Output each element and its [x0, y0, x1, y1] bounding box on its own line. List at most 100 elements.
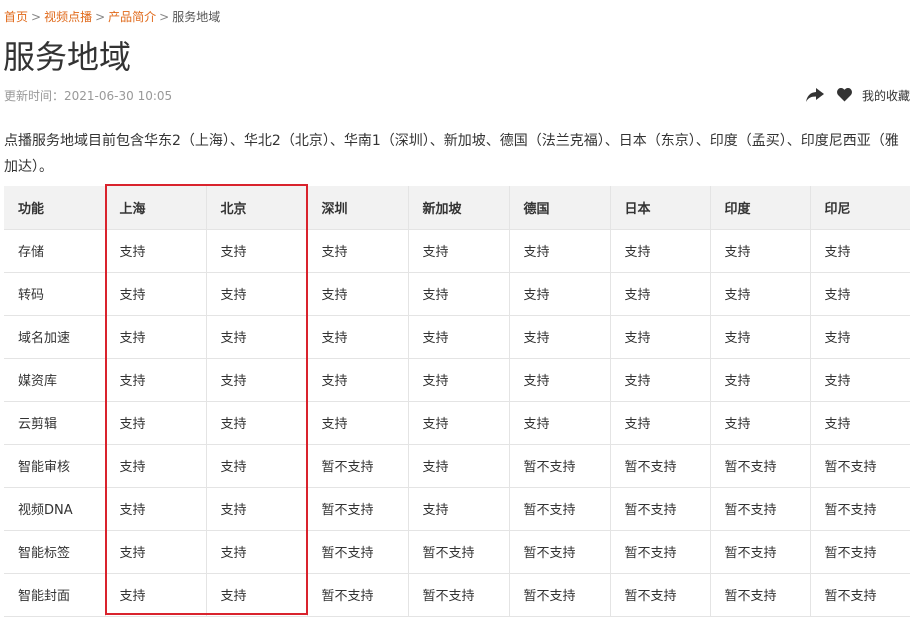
support-status-cell: 支持	[810, 228, 910, 272]
table-header-cell: 印尼	[824, 201, 851, 217]
support-status-cell: 支持	[105, 314, 207, 358]
table-row: 智能标签 支持 支持 暂不支持 暂不支持 暂不支持 暂不支持 暂不支持 暂不支持	[4, 529, 910, 573]
update-time-label: 更新时间：	[4, 89, 65, 103]
support-status-cell: 支持	[206, 357, 308, 401]
support-status-cell: 支持	[105, 443, 207, 487]
feature-name-cell: 存储	[4, 228, 106, 272]
support-status-cell: 支持	[509, 357, 611, 401]
support-status-cell: 支持	[810, 357, 910, 401]
support-status-cell: 支持	[307, 271, 409, 315]
support-status-cell: 支持	[710, 357, 811, 401]
support-status-cell: 支持	[206, 400, 308, 444]
support-status-cell: 支持	[710, 400, 811, 444]
support-status-cell: 支持	[105, 486, 207, 530]
support-status-cell: 暂不支持	[710, 529, 811, 573]
table-row: 智能审核 支持 支持 暂不支持 支持 暂不支持 暂不支持 暂不支持 暂不支持	[4, 443, 910, 487]
breadcrumb-separator: >	[31, 10, 42, 24]
heart-icon[interactable]	[836, 86, 854, 104]
feature-name-cell: 云剪辑	[4, 400, 106, 444]
breadcrumb-separator: >	[95, 10, 106, 24]
support-status-cell: 暂不支持	[509, 486, 611, 530]
region-support-table: 功能 上海 北京 深圳 新加坡 德国 日本 印度 印尼 存储 支持 支持 支持 支持 支持 支持 支持 支持 转码…	[4, 186, 910, 617]
table-row: 域名加速 支持 支持 支持 支持 支持 支持 支持 支持	[4, 314, 910, 358]
support-status-cell: 暂不支持	[610, 443, 711, 487]
support-status-cell: 支持	[206, 572, 308, 617]
table-row: 转码 支持 支持 支持 支持 支持 支持 支持 支持	[4, 271, 910, 315]
table-header-cell: 北京	[206, 186, 308, 229]
support-status-cell: 暂不支持	[610, 486, 711, 530]
support-status-cell: 暂不支持	[509, 529, 611, 573]
support-status-cell: 支持	[307, 314, 409, 358]
support-status-cell: 支持	[408, 357, 510, 401]
support-status-cell: 支持	[408, 228, 510, 272]
feature-name-cell: 视频DNA	[4, 486, 106, 530]
support-status-cell: 支持	[610, 314, 711, 358]
support-status-cell: 支持	[610, 228, 711, 272]
feature-name-cell: 智能审核	[4, 443, 106, 487]
breadcrumb-link-vod[interactable]: 视频点播	[44, 10, 92, 24]
breadcrumb-link-home[interactable]: 首页	[4, 10, 28, 24]
table-header-cell: 德国	[509, 186, 611, 229]
table-header: 功能 上海 北京 深圳 新加坡 德国 日本 印度 印尼	[4, 186, 910, 229]
support-status-cell: 支持	[710, 228, 811, 272]
article-actions: 我的收藏	[805, 86, 910, 104]
support-status-cell: 支持	[105, 357, 207, 401]
breadcrumb-current: 服务地域	[172, 10, 221, 24]
support-status-cell: 暂不支持	[610, 572, 711, 617]
support-status-cell: 支持	[610, 400, 711, 444]
support-status-cell: 暂不支持	[710, 572, 811, 617]
support-status-cell: 支持	[509, 400, 611, 444]
support-status-cell: 暂不支持	[408, 529, 510, 573]
table-body: 存储 支持 支持 支持 支持 支持 支持 支持 支持 转码 支持 支持 支持 支持 支持 支持 支持 支持 域名加速…	[4, 228, 910, 617]
support-status-cell: 支持	[610, 357, 711, 401]
support-status-cell: 支持	[408, 443, 510, 487]
breadcrumb: 首页 > 视频点播 > 产品简介 > 服务地域	[4, 9, 220, 25]
support-status-cell: 支持	[105, 271, 207, 315]
intro-paragraph: 点播服务地域目前包含华东2（上海）、华北2（北京）、华南1（深圳）、新加坡、德国…	[4, 133, 899, 175]
support-status-cell: 支持	[710, 271, 811, 315]
feature-name-cell: 转码	[4, 271, 106, 315]
support-status-cell: 支持	[810, 314, 910, 358]
support-status-cell: 支持	[206, 271, 308, 315]
support-status-cell: 暂不支持	[307, 529, 409, 573]
feature-name-cell: 智能封面	[4, 572, 106, 617]
breadcrumb-link-product-intro[interactable]: 产品简介	[108, 10, 156, 24]
table-header-cell: 上海	[105, 186, 207, 229]
support-status-cell: 暂不支持	[810, 486, 910, 530]
table-header-cell: 深圳	[307, 186, 409, 229]
table-header-cell: 新加坡	[408, 186, 510, 229]
support-status-cell: 支持	[408, 314, 510, 358]
my-favorites-link[interactable]: 我的收藏	[862, 87, 910, 104]
support-status-cell: 支持	[509, 314, 611, 358]
support-status-cell: 支持	[408, 271, 510, 315]
support-status-cell: 支持	[105, 572, 207, 617]
support-status-cell: 支持	[206, 443, 308, 487]
support-status-cell: 暂不支持	[710, 443, 811, 487]
support-status-cell: 支持	[307, 228, 409, 272]
support-status-cell: 暂不支持	[509, 572, 611, 617]
table-row: 智能封面 支持 支持 暂不支持 暂不支持 暂不支持 暂不支持 暂不支持 暂不支持	[4, 572, 910, 617]
support-status-cell: 支持	[105, 529, 207, 573]
table-row: 媒资库 支持 支持 支持 支持 支持 支持 支持 支持	[4, 357, 910, 401]
support-status-cell: 支持	[206, 486, 308, 530]
support-status-cell: 支持	[206, 529, 308, 573]
support-status-cell: 支持	[105, 400, 207, 444]
support-status-cell: 支持	[408, 486, 510, 530]
support-status-cell: 支持	[810, 271, 910, 315]
support-status-cell: 支持	[105, 228, 207, 272]
support-status-cell: 暂不支持	[509, 443, 611, 487]
support-status-cell: 暂不支持	[810, 443, 910, 487]
support-status-cell: 暂不支持	[710, 486, 811, 530]
update-time-value: 2021-06-30 10:05	[64, 89, 173, 103]
feature-name-cell: 媒资库	[4, 357, 106, 401]
table-header-cell: 日本	[610, 186, 711, 229]
support-status-cell: 支持	[408, 400, 510, 444]
feature-name-cell: 智能标签	[4, 529, 106, 573]
support-status-cell: 支持	[307, 357, 409, 401]
page-title: 服务地域	[3, 38, 132, 76]
share-arrow-icon[interactable]	[805, 86, 824, 104]
feature-name-cell: 域名加速	[4, 314, 106, 358]
support-status-cell: 暂不支持	[610, 529, 711, 573]
support-status-cell: 暂不支持	[408, 572, 510, 617]
table-row: 视频DNA 支持 支持 暂不支持 支持 暂不支持 暂不支持 暂不支持 暂不支持	[4, 486, 910, 530]
